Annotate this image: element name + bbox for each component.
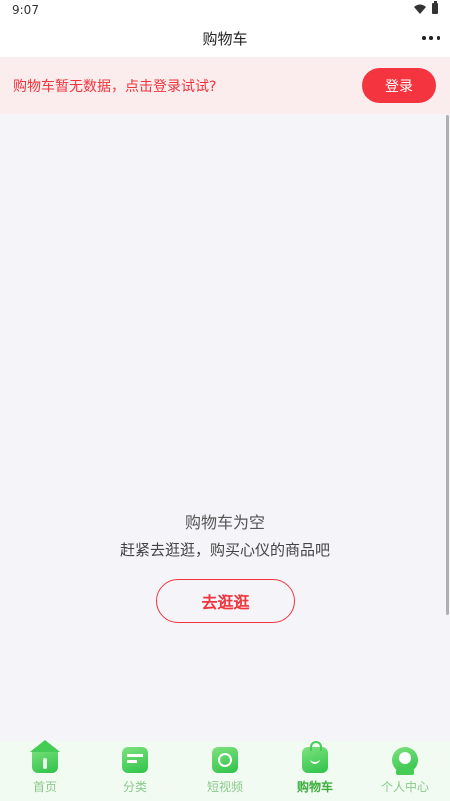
home-icon (30, 740, 60, 773)
wifi-icon (414, 4, 426, 14)
tab-cart[interactable]: 购物车 (270, 741, 360, 801)
tab-category[interactable]: 分类 (90, 741, 180, 801)
empty-cart-title: 购物车为空 (184, 513, 265, 532)
login-banner: 购物车暂无数据，点击登录试试? 登录 (0, 57, 450, 114)
page-title: 购物车 (202, 30, 248, 48)
go-shopping-button[interactable]: 去逛逛 (156, 579, 295, 623)
login-button[interactable]: 登录 (362, 68, 436, 103)
status-icons (414, 1, 438, 14)
cart-icon (302, 741, 328, 773)
empty-cart-subtitle: 赶紧去逛逛，购买心仪的商品吧 (119, 541, 330, 559)
tab-label-category: 分类 (122, 780, 147, 794)
tab-label-home: 首页 (32, 780, 57, 794)
battery-icon (432, 1, 438, 14)
login-prompt-text: 购物车暂无数据，点击登录试试? (13, 79, 217, 95)
tab-profile[interactable]: 个人中心 (360, 741, 450, 801)
bottom-tab-bar: 首页 分类 短视频 购物车 个人中心 (0, 740, 450, 801)
tab-video[interactable]: 短视频 (180, 741, 270, 801)
profile-icon (392, 747, 418, 775)
tab-label-video: 短视频 (206, 780, 243, 794)
tab-home[interactable]: 首页 (0, 740, 90, 801)
more-options-icon[interactable] (422, 30, 440, 46)
tab-label-profile: 个人中心 (380, 780, 429, 794)
category-icon (122, 747, 148, 773)
status-time: 9:07 (12, 3, 39, 17)
video-icon (212, 747, 238, 773)
nav-bar: 购物车 (0, 20, 450, 57)
tab-label-cart: 购物车 (296, 780, 333, 794)
status-bar: 9:07 (0, 0, 450, 20)
